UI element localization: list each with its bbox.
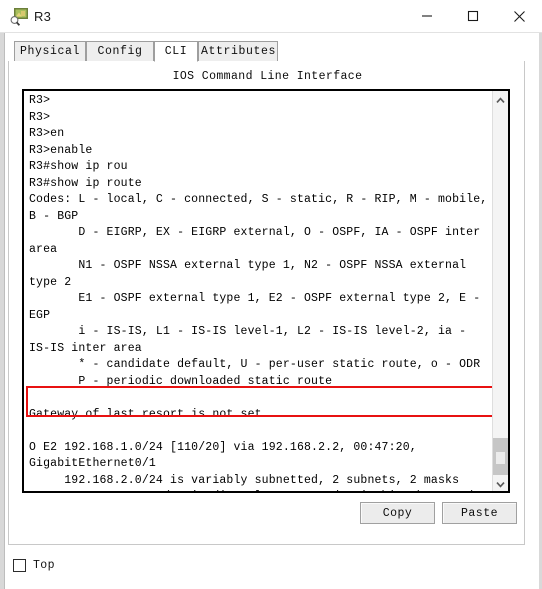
chevron-down-icon[interactable] bbox=[493, 475, 508, 491]
title-bar: R3 bbox=[0, 0, 542, 33]
maximize-icon[interactable] bbox=[450, 0, 496, 32]
window-left-border bbox=[0, 0, 5, 589]
tab-config[interactable]: Config bbox=[86, 41, 154, 62]
top-checkbox[interactable] bbox=[13, 559, 26, 572]
tab-cli[interactable]: CLI bbox=[154, 41, 198, 62]
top-checkbox-label: Top bbox=[33, 559, 55, 572]
scrollbar-thumb-grip bbox=[496, 452, 505, 464]
paste-button[interactable]: Paste bbox=[442, 502, 517, 524]
copy-button[interactable]: Copy bbox=[360, 502, 435, 524]
window-title: R3 bbox=[34, 9, 52, 24]
cli-panel: IOS Command Line Interface R3> R3> R3>en… bbox=[8, 61, 525, 545]
chevron-up-icon[interactable] bbox=[493, 91, 508, 107]
terminal-scrollbar[interactable] bbox=[492, 91, 508, 491]
scrollbar-thumb[interactable] bbox=[493, 438, 508, 480]
tab-strip: Physical Config CLI Attributes bbox=[8, 41, 508, 63]
router-device-icon bbox=[10, 7, 29, 26]
tab-attributes[interactable]: Attributes bbox=[198, 41, 278, 62]
minimize-icon[interactable] bbox=[404, 0, 450, 32]
terminal-text: R3> R3> R3>en R3>enable R3#show ip rou R… bbox=[29, 94, 488, 491]
close-icon[interactable] bbox=[496, 0, 542, 32]
terminal-frame: R3> R3> R3>en R3>enable R3#show ip rou R… bbox=[22, 89, 510, 493]
device-window: R3 Physical Config CLI Attributes IOS Co… bbox=[0, 0, 542, 589]
terminal-output[interactable]: R3> R3> R3>en R3>enable R3#show ip rou R… bbox=[24, 91, 492, 491]
panel-title: IOS Command Line Interface bbox=[172, 70, 363, 83]
tab-physical[interactable]: Physical bbox=[14, 41, 86, 62]
